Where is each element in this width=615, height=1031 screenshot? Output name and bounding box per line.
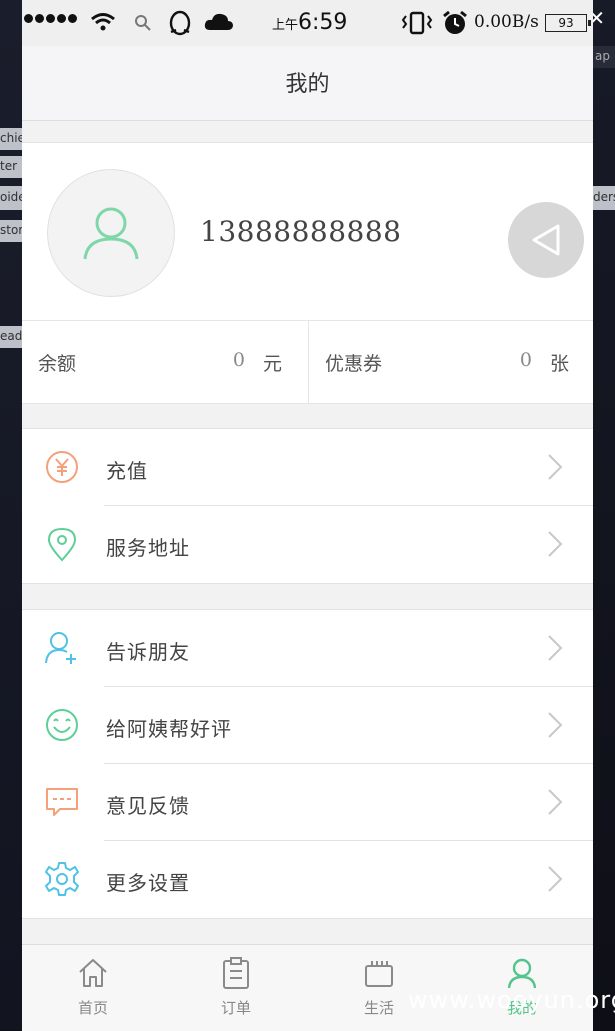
menu-item-rate-us[interactable]: 给阿姨帮好评 xyxy=(22,687,593,764)
phone-number: 13888888888 xyxy=(200,215,402,248)
menu-label: 充值 xyxy=(106,459,148,483)
time-text: 6:59 xyxy=(298,10,348,35)
tab-orders[interactable]: 订单 xyxy=(165,945,307,1031)
background-strip: stor xyxy=(0,220,24,242)
background-text: ter xyxy=(0,159,18,173)
coupon-cell[interactable]: 优惠券 0 张 xyxy=(308,321,594,403)
network-speed: 0.00B/s xyxy=(474,12,539,32)
menu-group-wallet: 充值 服务地址 xyxy=(22,428,593,584)
background-strip: ter xyxy=(0,156,22,178)
background-strip: ap xyxy=(593,46,615,68)
background-strip: oide xyxy=(0,186,26,210)
menu-label: 给阿姨帮好评 xyxy=(106,717,232,741)
menu-item-service-address[interactable]: 服务地址 xyxy=(22,506,593,583)
vibrate-icon xyxy=(400,10,434,40)
battery-indicator: 93 xyxy=(545,14,591,32)
yuan-coin-icon xyxy=(46,451,78,483)
phone-screen: 上午6:59 0.00B/s 93 我的 13888888888 余额 0 元 … xyxy=(22,0,593,1031)
chevron-right-icon xyxy=(548,712,563,738)
back-button[interactable] xyxy=(508,202,584,278)
balance-row: 余额 0 元 优惠券 0 张 xyxy=(22,320,593,404)
menu-label: 意见反馈 xyxy=(106,794,190,818)
chevron-right-icon xyxy=(548,866,563,892)
user-icon xyxy=(83,207,139,260)
menu-label: 更多设置 xyxy=(106,871,190,895)
chevron-right-icon xyxy=(548,454,563,480)
avatar[interactable] xyxy=(47,169,175,297)
background-text: ders xyxy=(593,190,615,204)
menu-item-more-settings[interactable]: 更多设置 xyxy=(22,841,593,918)
profile-section[interactable]: 13888888888 xyxy=(22,142,593,321)
coupon-unit: 张 xyxy=(549,353,569,375)
menu-item-feedback[interactable]: 意见反馈 xyxy=(22,764,593,841)
balance-unit: 元 xyxy=(262,353,282,375)
search-icon xyxy=(134,14,152,36)
tab-label: 首页 xyxy=(77,999,108,1017)
wifi-icon xyxy=(90,12,116,36)
clipboard-icon xyxy=(223,957,249,989)
alarm-icon xyxy=(442,10,468,40)
coupon-value: 0 xyxy=(519,349,532,371)
balance-cell[interactable]: 余额 0 元 xyxy=(22,321,307,403)
clock: 上午6:59 xyxy=(272,10,347,35)
background-strip: chie xyxy=(0,128,25,150)
home-icon xyxy=(79,959,107,987)
menu-label: 告诉朋友 xyxy=(106,640,190,664)
chevron-right-icon xyxy=(548,531,563,557)
tab-label: 订单 xyxy=(220,999,251,1017)
user-tab-icon xyxy=(507,958,537,989)
navigation-bar: 我的 xyxy=(22,46,593,121)
tab-home[interactable]: 首页 xyxy=(22,945,164,1031)
gear-icon xyxy=(45,862,79,896)
qq-icon xyxy=(168,10,192,42)
menu-label: 服务地址 xyxy=(106,536,190,560)
time-prefix: 上午 xyxy=(272,18,299,33)
back-triangle-icon xyxy=(532,224,560,256)
coupon-label: 优惠券 xyxy=(325,353,383,375)
status-bar: 上午6:59 0.00B/s 93 xyxy=(22,0,593,46)
menu-item-tell-friends[interactable]: 告诉朋友 xyxy=(22,610,593,687)
add-user-icon xyxy=(45,632,76,664)
background-strip: ders xyxy=(593,186,615,210)
smile-icon xyxy=(46,709,78,741)
cloud-icon xyxy=(204,12,234,36)
chevron-right-icon xyxy=(548,635,563,661)
background-strip: eade xyxy=(0,326,30,348)
background-text: ap xyxy=(595,49,610,63)
watermark: www.wooyun.org xyxy=(408,986,615,1014)
signal-dots-icon xyxy=(24,14,77,23)
balance-value: 0 xyxy=(232,349,245,371)
menu-item-recharge[interactable]: 充值 xyxy=(22,429,593,506)
chevron-right-icon xyxy=(548,789,563,815)
location-pin-icon xyxy=(47,527,77,562)
life-icon xyxy=(365,961,393,987)
menu-group-more: 告诉朋友 给阿姨帮好评 意见反馈 更多设置 xyxy=(22,609,593,919)
message-icon xyxy=(46,788,78,816)
background-left xyxy=(0,0,22,1030)
background-right xyxy=(593,0,615,1030)
background-text: stor xyxy=(0,223,24,237)
balance-label: 余额 xyxy=(38,353,77,375)
page-title: 我的 xyxy=(285,72,330,97)
